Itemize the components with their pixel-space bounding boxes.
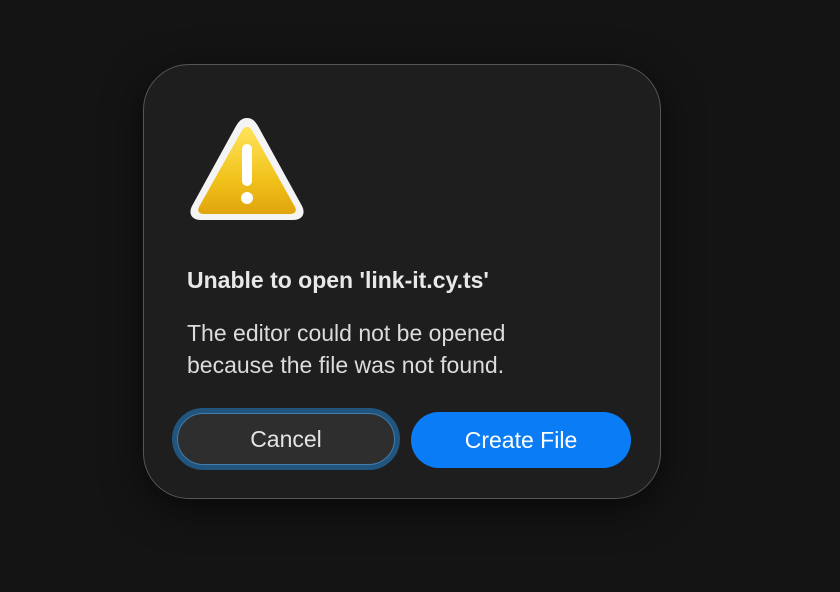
warning-triangle-icon — [190, 118, 304, 220]
cancel-button-label: Cancel — [250, 425, 322, 452]
desktop-backdrop: Unable to open 'link-it.cy.ts' The edito… — [0, 0, 840, 592]
create-file-button-label: Create File — [464, 426, 578, 453]
cancel-button[interactable]: Cancel — [172, 408, 400, 470]
dialog-message: The editor could not be opened because t… — [187, 317, 627, 381]
dialog-message-line: The editor could not be opened — [187, 320, 506, 346]
create-file-button[interactable]: Create File — [411, 412, 631, 468]
dialog-title: Unable to open 'link-it.cy.ts' — [187, 267, 489, 293]
dialog-message-line: because the file was not found. — [187, 352, 505, 378]
alert-dialog: Unable to open 'link-it.cy.ts' The edito… — [143, 64, 661, 499]
